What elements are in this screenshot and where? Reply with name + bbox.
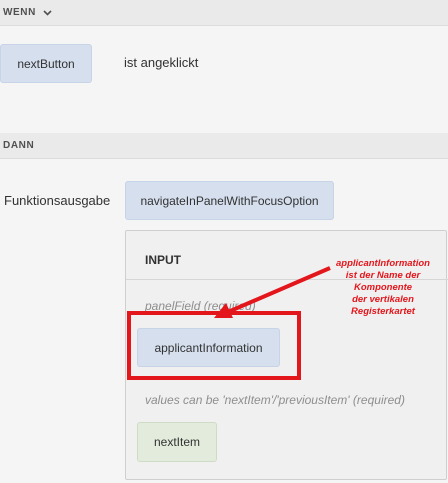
- annotation-line: ist der Name der: [345, 270, 421, 281]
- annotation-line: Komponente: [353, 282, 413, 293]
- annotation-line: der vertikalen: [352, 294, 414, 305]
- annotation-text: applicantInformation ist der Name der Ko…: [318, 258, 448, 318]
- annotation-line: Registerkartet: [351, 306, 415, 317]
- annotation-arrow-icon: [214, 266, 331, 318]
- annotation-line: applicantInformation: [336, 258, 430, 269]
